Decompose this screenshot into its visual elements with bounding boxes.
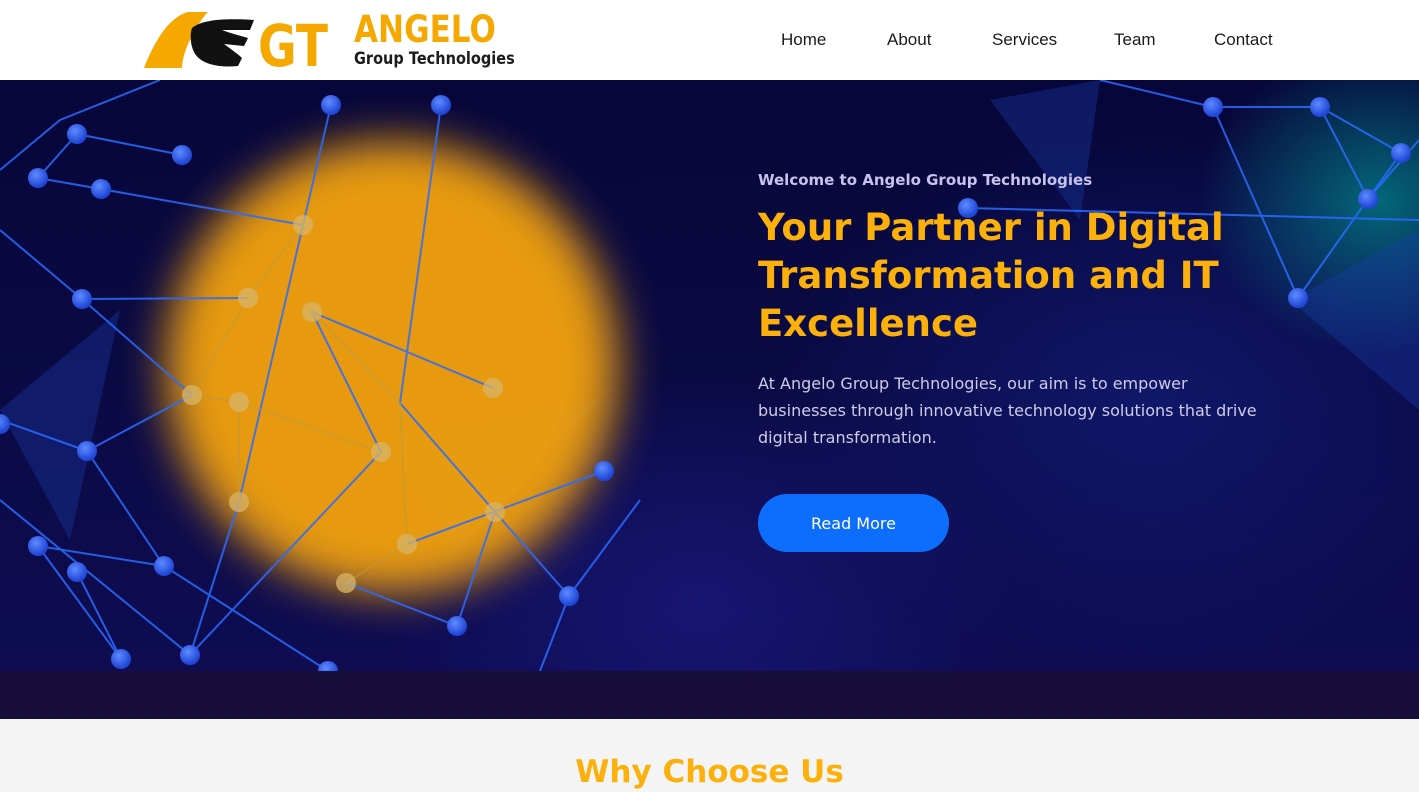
- read-more-button[interactable]: Read More: [758, 494, 949, 552]
- hero-content: Welcome to Angelo Group Technologies You…: [758, 170, 1318, 552]
- hero-welcome: Welcome to Angelo Group Technologies: [758, 171, 1093, 189]
- hero-section: Welcome to Angelo Group Technologies You…: [0, 80, 1419, 671]
- nav-about[interactable]: About: [887, 28, 931, 52]
- hero-lead: At Angelo Group Technologies, our aim is…: [758, 374, 1257, 447]
- nav-team[interactable]: Team: [1114, 28, 1156, 52]
- main-nav: Home About Services Team Contact: [0, 28, 1419, 52]
- glow-orb: [166, 141, 618, 593]
- section-title: Why Choose Us: [575, 754, 844, 790]
- hero-headline: Your Partner in Digital Transformation a…: [758, 206, 1224, 345]
- site-header: GT ANGELO Group Technologies Home About …: [0, 0, 1419, 80]
- why-choose-us-section: Why Choose Us: [0, 719, 1419, 790]
- nav-home[interactable]: Home: [781, 28, 826, 52]
- hero-bottom-strip: [0, 671, 1419, 719]
- brand-tagline: Group Technologies: [354, 49, 515, 68]
- nav-contact[interactable]: Contact: [1214, 28, 1273, 52]
- nav-services[interactable]: Services: [992, 28, 1057, 52]
